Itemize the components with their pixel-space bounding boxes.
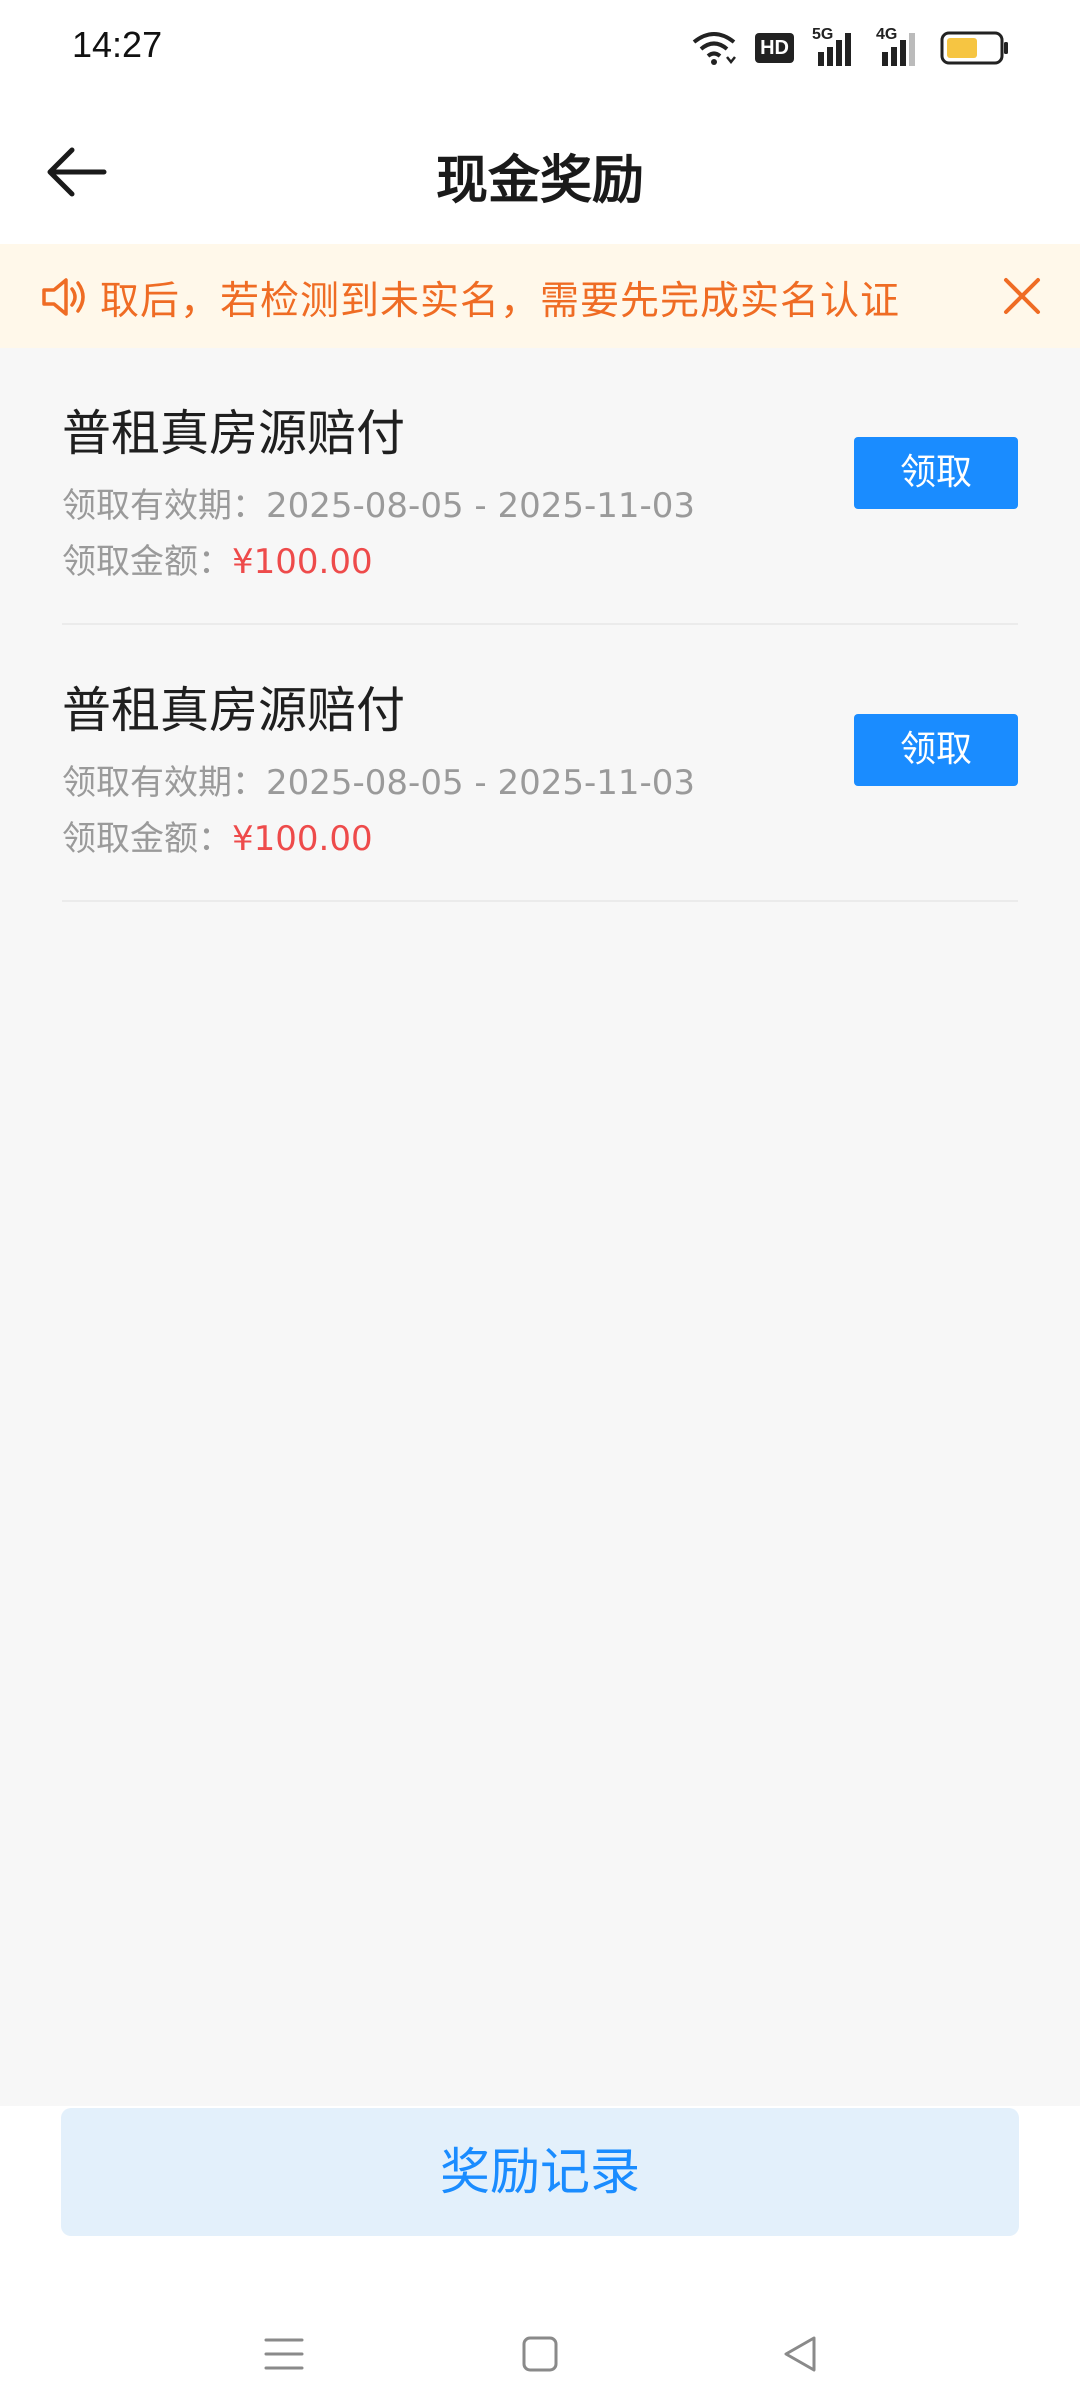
amount-label: 领取金额： (62, 819, 232, 859)
validity-label: 领取有效期： (62, 763, 266, 803)
reward-validity: 领取有效期：2025-08-05 - 2025-11-03 (62, 755, 695, 804)
reward-amount: 领取金额：¥100.00 (62, 534, 373, 583)
reward-item: 普租真房源赔付 领取有效期：2025-08-05 - 2025-11-03 领取… (62, 348, 1018, 625)
reward-record-button[interactable]: 奖励记录 (61, 2108, 1019, 2236)
status-bar: 14:27 HD 5G 4G (0, 0, 1080, 96)
reward-amount: 领取金额：¥100.00 (62, 811, 373, 860)
notice-text: 取后，若检测到未实名，需要先完成实名认证 (100, 279, 901, 324)
home-icon (522, 2336, 558, 2372)
title-bar: 现金奖励 (0, 96, 1080, 244)
signal-5g-icon: 5G (812, 26, 858, 66)
notice-bar: 取后，若检测到未实名，需要先完成实名认证 (0, 244, 1080, 348)
nav-home-button[interactable] (510, 2324, 570, 2384)
nav-menu-button[interactable] (254, 2324, 314, 2384)
close-icon (1004, 278, 1040, 314)
validity-value: 2025-08-05 - 2025-11-03 (266, 486, 696, 526)
status-time: 14:27 (72, 24, 163, 65)
menu-icon (264, 2338, 304, 2370)
validity-label: 领取有效期： (62, 486, 266, 526)
amount-value: ¥100.00 (232, 542, 373, 582)
nav-back-button[interactable] (770, 2324, 830, 2384)
reward-title: 普租真房源赔付 (62, 682, 406, 739)
validity-value: 2025-08-05 - 2025-11-03 (266, 763, 696, 803)
reward-title: 普租真房源赔付 (62, 405, 406, 462)
claim-button[interactable]: 领取 (854, 437, 1018, 509)
claim-button[interactable]: 领取 (854, 714, 1018, 786)
back-triangle-icon (784, 2336, 816, 2372)
amount-label: 领取金额： (62, 542, 232, 582)
notice-marquee: 取后，若检测到未实名，需要先完成实名认证 (100, 244, 960, 348)
speaker-icon (40, 272, 90, 322)
reward-validity: 领取有效期：2025-08-05 - 2025-11-03 (62, 478, 695, 527)
wifi-icon (691, 30, 737, 66)
amount-value: ¥100.00 (232, 819, 373, 859)
system-nav-bar (0, 2300, 1080, 2390)
battery-icon (940, 30, 1010, 66)
signal-4g-icon: 4G (876, 26, 922, 66)
reward-item: 普租真房源赔付 领取有效期：2025-08-05 - 2025-11-03 领取… (62, 625, 1018, 902)
page-title: 现金奖励 (435, 151, 644, 211)
status-icons: HD 5G 4G (691, 26, 1010, 70)
hd-icon: HD (755, 33, 794, 63)
notice-close-button[interactable] (994, 268, 1050, 324)
reward-list: 普租真房源赔付 领取有效期：2025-08-05 - 2025-11-03 领取… (0, 348, 1080, 902)
